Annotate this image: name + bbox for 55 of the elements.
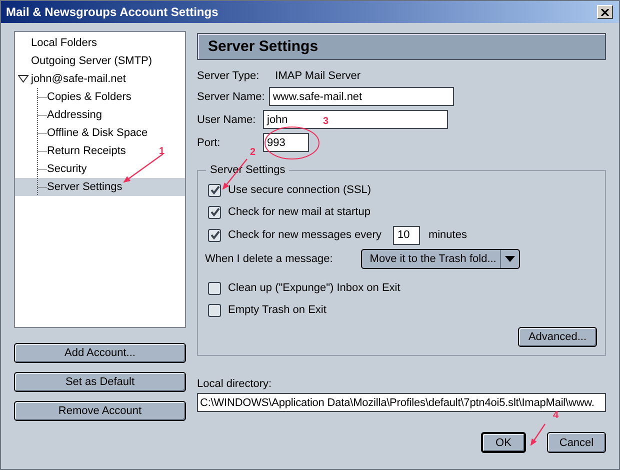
annotation-arrow: [530, 424, 546, 446]
close-button[interactable]: [597, 5, 613, 19]
field-label: Local directory:: [197, 378, 272, 390]
checkbox-label: Check for new mail at startup: [228, 206, 370, 218]
checkbox[interactable]: [208, 304, 221, 316]
tree-connector-line: [37, 178, 47, 196]
checkbox-label: Empty Trash on Exit: [228, 304, 326, 316]
tree-connector-line: [37, 124, 47, 142]
annotation-number: 4: [553, 410, 559, 421]
checkbox-label: Check for new messages every: [228, 229, 382, 241]
tree-connector-line: [37, 88, 47, 106]
dropdown[interactable]: Move it to the Trash fold...: [360, 249, 520, 269]
unit-label: minutes: [428, 229, 467, 241]
account-button[interactable]: Add Account...: [14, 343, 186, 363]
tree-item[interactable]: Server Settings: [15, 178, 185, 196]
annotation-number: 2: [250, 147, 256, 158]
dialog-button[interactable]: OK: [481, 432, 526, 453]
input-field[interactable]: C:\WINDOWS\Application Data\Mozilla\Profiles\default\7ptn4oi5.slt\ImapMail\www.: [197, 393, 606, 412]
input-field[interactable]: www.safe-mail.net: [268, 87, 454, 106]
advanced-button[interactable]: Advanced...: [518, 327, 597, 347]
dialog-button[interactable]: Cancel: [547, 432, 606, 453]
tree-item[interactable]: Addressing: [15, 106, 102, 124]
field-label: Server Name:: [197, 90, 265, 102]
server-type-value: IMAP Mail Server: [275, 70, 361, 82]
annotation-number: 1: [159, 146, 165, 157]
panel-header: Server Settings: [197, 33, 606, 60]
account-button[interactable]: Remove Account: [14, 401, 186, 421]
tree-item[interactable]: Return Receipts: [15, 142, 126, 160]
close-icon: [601, 8, 609, 16]
checkbox[interactable]: [208, 184, 221, 196]
annotation-circle: [264, 126, 320, 160]
field-label: User Name:: [197, 114, 257, 126]
tree-connector-line: [37, 160, 47, 178]
tree-item[interactable]: Copies & Folders: [15, 88, 132, 106]
account-button[interactable]: Set as Default: [14, 372, 186, 392]
dropdown-label: When I delete a message:: [205, 253, 333, 265]
tree-item[interactable]: Offline & Disk Space: [15, 124, 148, 142]
checkbox-label: Use secure connection (SSL): [228, 184, 372, 196]
window-title: Mail & Newsgroups Account Settings: [6, 5, 218, 19]
tree-item[interactable]: Security: [15, 160, 87, 178]
tree-connector-line: [37, 142, 47, 160]
input-field[interactable]: 10: [393, 226, 420, 244]
checkbox[interactable]: [208, 282, 221, 294]
annotation-number: 3: [323, 116, 329, 127]
expanded-triangle-icon[interactable]: [18, 75, 29, 83]
tree-item[interactable]: john@safe-mail.net: [15, 70, 126, 88]
checkbox-label: Clean up ("Expunge") Inbox on Exit: [228, 282, 400, 294]
field-label: Server Type:: [197, 70, 260, 82]
checkbox[interactable]: [208, 206, 221, 218]
tree-item[interactable]: Outgoing Server (SMTP): [15, 52, 152, 70]
field-label: Port:: [197, 136, 222, 148]
input-field[interactable]: 993: [263, 133, 309, 152]
tree-connector-line: [37, 106, 47, 124]
checkbox[interactable]: [208, 228, 221, 242]
tree-item[interactable]: Local Folders: [15, 34, 98, 52]
